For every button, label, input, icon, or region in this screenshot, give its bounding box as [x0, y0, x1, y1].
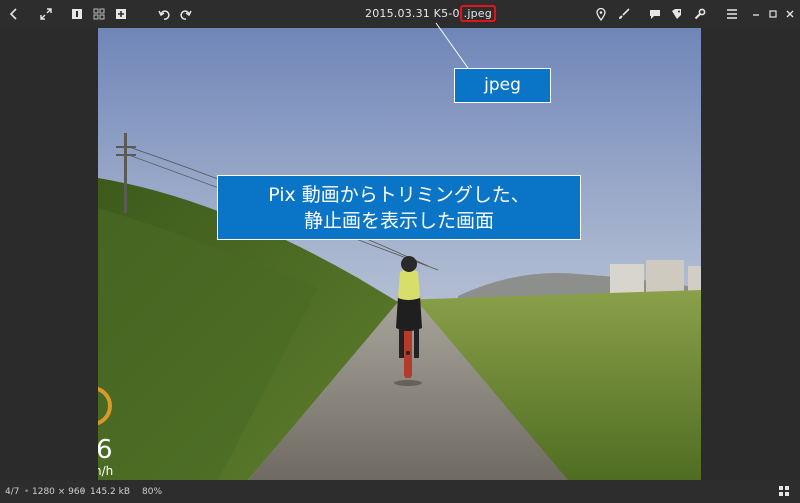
- building: [646, 260, 684, 294]
- brush-icon[interactable]: [614, 4, 634, 24]
- title-extension: .jpeg: [459, 5, 496, 22]
- description-line-2: 静止画を表示した画面: [303, 210, 494, 232]
- description-callout: Pix 動画からトリミングした、 静止画を表示した画面: [217, 175, 581, 240]
- tag-icon[interactable]: [667, 4, 687, 24]
- speedometer-value: 6: [98, 435, 113, 465]
- title-filename: 2015.03.31 K5-0: [365, 7, 460, 20]
- status-bar: 4/7 • 1280 × 960 • 145.2 kB 80%: [0, 480, 800, 503]
- back-arrow-icon[interactable]: [4, 4, 24, 24]
- speedometer-unit: n/h: [98, 464, 113, 478]
- building: [688, 266, 701, 294]
- building: [610, 264, 644, 294]
- status-separator: •: [24, 487, 30, 497]
- redo-icon[interactable]: [175, 4, 195, 24]
- file-size: 145.2 kB: [90, 487, 131, 497]
- wrench-icon[interactable]: [690, 4, 710, 24]
- add-icon[interactable]: [111, 4, 131, 24]
- comment-icon[interactable]: [645, 4, 665, 24]
- description-line-1: Pix 動画からトリミングした、: [268, 184, 530, 206]
- image-dimensions: 1280 × 960: [32, 487, 86, 497]
- toolbar: 2015.03.31 K5-0 .jpeg: [0, 0, 800, 28]
- photo-scene: 6 n/h: [98, 28, 701, 480]
- fullscreen-expand-icon[interactable]: [36, 4, 56, 24]
- menu-icon[interactable]: [722, 4, 742, 24]
- photo-canvas[interactable]: 6 n/h: [98, 28, 701, 480]
- location-pin-icon[interactable]: [591, 4, 611, 24]
- zoom-level[interactable]: 80%: [142, 487, 162, 497]
- extension-callout-text: jpeg: [484, 75, 521, 95]
- image-position: 4/7: [5, 487, 20, 497]
- close-icon[interactable]: [780, 4, 800, 24]
- status-separator: •: [80, 487, 86, 497]
- window-title: 2015.03.31 K5-0 .jpeg: [365, 5, 496, 22]
- grid-view-icon[interactable]: [89, 4, 109, 24]
- image-viewer[interactable]: 6 n/h: [0, 28, 800, 480]
- undo-icon[interactable]: [154, 4, 174, 24]
- single-view-icon[interactable]: [67, 4, 87, 24]
- utility-pole: [124, 133, 127, 213]
- thumbnail-grid-icon[interactable]: [776, 483, 792, 499]
- extension-callout: jpeg: [454, 68, 551, 103]
